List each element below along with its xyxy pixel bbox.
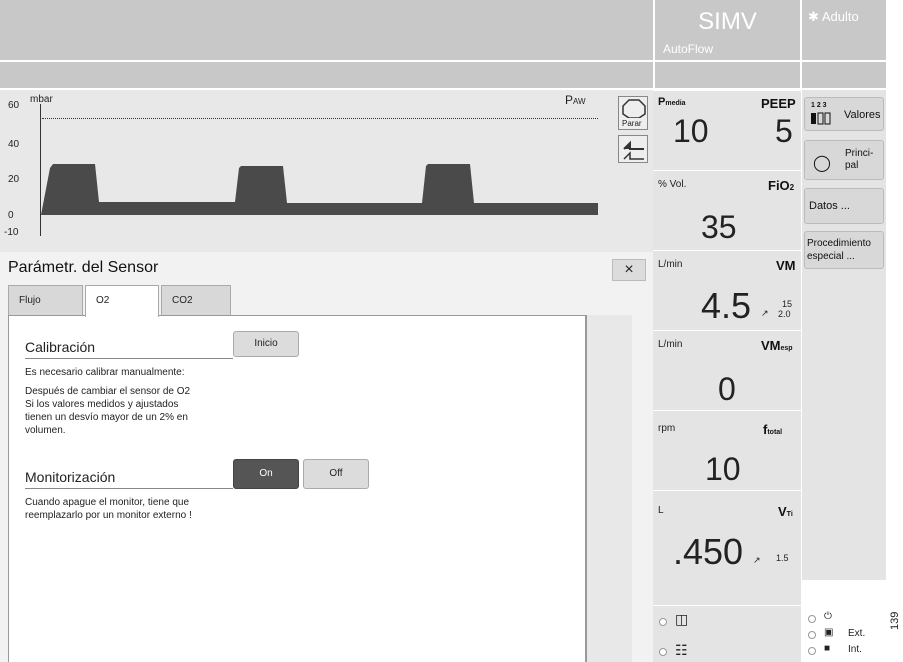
calibration-text: Es necesario calibrar manualmente: Despu… (25, 367, 191, 436)
close-button[interactable]: × (612, 259, 646, 281)
int-label: Int. (848, 644, 862, 655)
param-f-total[interactable]: rpm ftotal 10 (653, 410, 801, 490)
param-name: ftotal (763, 422, 783, 437)
waveform-side-icons: Parar (614, 90, 652, 252)
octagon-icon (622, 99, 646, 118)
param-vti[interactable]: L VTi .450 ↗ 1.5 (653, 490, 801, 578)
battery-ext-icon: ▣ (824, 627, 834, 638)
humidifier-icon: ☷ (675, 642, 688, 658)
power-indicators: ⏻ ▣ Ext. ■ Int. (802, 605, 886, 662)
main-screen-icon: ◯ (813, 155, 831, 172)
o2-tab-content: Calibración Inicio Es necesario calibrar… (8, 315, 586, 662)
ventilation-mode-panel[interactable]: SIMV AutoFlow (655, 0, 800, 60)
monitor-on-button[interactable]: On (233, 459, 299, 489)
ventilation-mode-sub: AutoFlow (663, 42, 714, 56)
nebulizer-icon: ◫ (675, 611, 689, 627)
plug-icon: ⏻ (824, 611, 832, 622)
ext-label: Ext. (848, 628, 866, 639)
main-button[interactable]: ◯ Princi- pal (804, 140, 884, 180)
status-led (808, 647, 816, 655)
mode-subbar (655, 62, 800, 88)
param-pressure-peep[interactable]: Pmedia PEEP 10 5 (653, 90, 801, 170)
monitoring-text: Cuando apague el monitor, tiene que reem… (25, 497, 192, 521)
top-subbar (0, 62, 653, 88)
param-name: VTi (778, 504, 793, 519)
waveform-icon (623, 140, 644, 160)
dialog-title: Parámetr. del Sensor (8, 259, 159, 276)
monitoring-title: Monitorización (25, 469, 116, 485)
status-led (659, 648, 667, 656)
trend-icon: ↗ (761, 308, 769, 318)
tab-flujo[interactable]: Flujo (8, 285, 83, 315)
status-indicators: ◫ ☷ (653, 605, 801, 662)
trend-icon: ↗ (753, 555, 761, 565)
param-name: VMesp (761, 338, 793, 353)
param-name: FiO2 (768, 178, 795, 193)
data-button[interactable]: Datos ... (804, 188, 884, 224)
battery-int-icon: ■ (824, 643, 831, 654)
param-limit: 1.5 (776, 553, 789, 563)
param-fio2[interactable]: % Vol. FiO2 35 (653, 170, 801, 250)
param-value: 10 (705, 451, 741, 487)
status-led (808, 615, 816, 623)
stop-button[interactable]: Parar (618, 96, 648, 130)
param-value: 10 (673, 113, 709, 149)
ventilation-mode: SIMV (698, 8, 757, 35)
param-name: PEEP (761, 96, 796, 111)
sensor-parameters-dialog: Parámetr. del Sensor × Flujo O2 CO2 Cali… (0, 252, 653, 662)
param-name: VM (776, 258, 796, 273)
param-name: Pmedia (658, 96, 686, 108)
patient-type: ✱ Adulto (808, 9, 859, 24)
param-value: 0 (718, 371, 736, 407)
right-menu-column: 1 2 3 Valores ◯ Princi- pal Datos ... Pr… (802, 90, 886, 580)
param-limit-hi: 15 (782, 299, 793, 309)
param-value: 4.5 (701, 285, 752, 326)
patient-subbar (802, 62, 886, 88)
special-procedure-button[interactable]: Procedimiento especial ... (804, 231, 884, 269)
tab-co2[interactable]: CO2 (161, 285, 231, 315)
pressure-waveform (41, 164, 598, 215)
tab-o2[interactable]: O2 (85, 285, 159, 317)
divider (25, 488, 233, 489)
figure-code: 139 (889, 611, 901, 630)
param-value: 35 (701, 209, 737, 245)
param-value: .450 (673, 531, 744, 572)
person-icon: ✱ (808, 9, 819, 24)
values-button[interactable]: 1 2 3 Valores (804, 97, 884, 131)
top-bar (0, 0, 653, 60)
param-limit-lo: 2.0 (778, 309, 791, 319)
param-vm[interactable]: L/min VM 4.5 ↗ 15 2.0 (653, 250, 801, 330)
monitor-off-button[interactable]: Off (303, 459, 369, 489)
calibration-start-button[interactable]: Inicio (233, 331, 299, 357)
status-led (659, 618, 667, 626)
dialog-side-panel (586, 315, 632, 662)
param-vm-esp[interactable]: L/min VMesp 0 (653, 330, 801, 410)
pressure-waveform-panel: mbar PAW 60 40 20 0 -10 (0, 90, 653, 252)
measured-values-column: Pmedia PEEP 10 5 % Vol. FiO2 35 L/min VM… (653, 90, 801, 662)
freeze-waveform-button[interactable] (618, 135, 648, 163)
patient-type-panel[interactable]: ✱ Adulto (802, 0, 886, 60)
status-led (808, 631, 816, 639)
param-value: 5 (775, 113, 793, 149)
calibration-title: Calibración (25, 339, 96, 355)
divider (25, 358, 233, 359)
bars-icon (811, 111, 833, 128)
